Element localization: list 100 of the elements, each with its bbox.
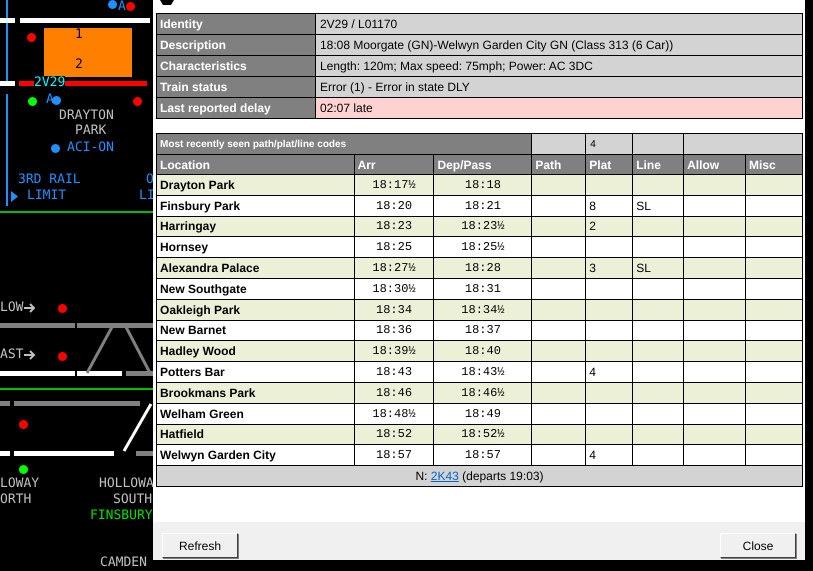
- table-cell: [632, 403, 684, 424]
- time-cell: 18:34½: [434, 299, 532, 320]
- table-cell: [532, 340, 586, 362]
- triangle-icon: [11, 191, 18, 202]
- table-cell: [684, 424, 746, 445]
- table-cell: [746, 320, 802, 341]
- time-cell: 18:30½: [354, 278, 434, 300]
- time-cell: 18:49: [434, 403, 532, 424]
- diagram-label: A: [46, 93, 54, 107]
- detail-label: Description: [156, 34, 316, 56]
- diagram-label: A: [118, 0, 126, 14]
- diagram-label: LI: [139, 189, 153, 203]
- table-cell: [746, 216, 802, 237]
- location-cell: Potters Bar: [156, 362, 354, 382]
- table-cell: [684, 362, 746, 382]
- detail-value: 18:08 Moorgate (GN)-Welwyn Garden City GN (Class 313 (6 Car)): [316, 34, 802, 56]
- track-segment: [0, 451, 10, 456]
- table-cell: [532, 195, 586, 216]
- table-cell: 4: [586, 444, 633, 466]
- time-cell: 18:40: [434, 340, 532, 362]
- table-cell: [684, 382, 746, 404]
- diagram-label: PARK: [75, 124, 106, 138]
- table-cell: [746, 382, 802, 404]
- time-cell: 18:18: [434, 174, 532, 196]
- table-cell: [746, 195, 802, 216]
- column-header: Allow: [684, 154, 746, 174]
- location-cell: Drayton Park: [156, 174, 354, 196]
- column-header: Plat: [586, 154, 633, 174]
- detail-label: Characteristics: [156, 56, 316, 76]
- time-cell: 18:36: [354, 320, 434, 341]
- dialog-button[interactable]: Close: [720, 533, 796, 558]
- table-cell: 4: [586, 362, 633, 382]
- table-cell: [684, 340, 746, 362]
- table-cell: [684, 299, 746, 320]
- table-cell: [684, 258, 746, 278]
- column-header: Location: [156, 154, 354, 174]
- table-cell: [586, 299, 633, 320]
- location-cell: Hadley Wood: [156, 340, 354, 362]
- track-segment: [136, 451, 153, 456]
- diagram-label: O: [146, 173, 153, 187]
- table-cell: 3: [586, 258, 633, 278]
- dialog-button[interactable]: Refresh: [162, 533, 238, 558]
- detail-label: Train status: [156, 76, 316, 98]
- time-cell: 18:52½: [434, 424, 532, 445]
- table-cell: [746, 424, 802, 445]
- table-cell: [746, 362, 802, 382]
- track-segment: [126, 371, 153, 376]
- time-cell: 18:34: [354, 299, 434, 320]
- table-cell: [532, 134, 586, 154]
- time-cell: 18:21: [434, 195, 532, 216]
- location-cell: Hornsey: [156, 236, 354, 258]
- table-cell: [632, 320, 684, 341]
- table-cell: [746, 278, 802, 300]
- next-service-link[interactable]: 2K43: [430, 469, 459, 484]
- table-cell: [684, 174, 746, 196]
- track-segment: [0, 81, 15, 86]
- table-cell: [532, 174, 586, 196]
- column-header: Dep/Pass: [434, 154, 532, 174]
- arrow-icon: [24, 350, 36, 360]
- table-cell: [632, 236, 684, 258]
- time-cell: 18:46½: [434, 382, 532, 404]
- diagram-label: SOUTH: [113, 493, 152, 507]
- track-segment: [0, 18, 15, 23]
- time-cell: 18:23: [354, 216, 434, 237]
- table-cell: [532, 362, 586, 382]
- location-cell: Oakleigh Park: [156, 299, 354, 320]
- time-cell: 18:57: [354, 444, 434, 466]
- diagram-label: ACI-ON: [67, 141, 114, 155]
- column-header: Arr: [354, 154, 434, 174]
- table-cell: [532, 320, 586, 341]
- table-cell: [684, 236, 746, 258]
- time-cell: 18:27½: [354, 258, 434, 278]
- table-cell: [632, 299, 684, 320]
- detail-value: Error (1) - Error in state DLY: [316, 76, 802, 98]
- table-cell: [632, 362, 684, 382]
- detail-value: 2V29 / L01170: [316, 14, 802, 34]
- table-cell: [746, 174, 802, 196]
- table-cell: [632, 340, 684, 362]
- diagram-label: 1: [75, 28, 83, 42]
- diagram-label: LOW: [0, 301, 24, 315]
- table-cell: [746, 258, 802, 278]
- time-cell: 18:20: [354, 195, 434, 216]
- time-cell: 18:43½: [434, 362, 532, 382]
- table-cell: [532, 258, 586, 278]
- time-cell: 18:25½: [434, 236, 532, 258]
- table-cell: [684, 320, 746, 341]
- table-cell: [632, 134, 684, 154]
- diagram-label: DRAYTON: [59, 109, 114, 123]
- next-service-text: N: 2K43 (departs 19:03): [415, 469, 544, 484]
- time-cell: 18:46: [354, 382, 434, 404]
- detail-label: Identity: [156, 14, 316, 34]
- table-cell: 8: [586, 195, 633, 216]
- location-cell: Welwyn Garden City: [156, 444, 354, 466]
- table-cell: [632, 174, 684, 196]
- table-cell: [586, 382, 633, 404]
- table-cell: [586, 424, 633, 445]
- table-cell: [586, 236, 633, 258]
- table-cell: SL: [632, 258, 684, 278]
- time-cell: 18:31: [434, 278, 532, 300]
- table-cell: [684, 278, 746, 300]
